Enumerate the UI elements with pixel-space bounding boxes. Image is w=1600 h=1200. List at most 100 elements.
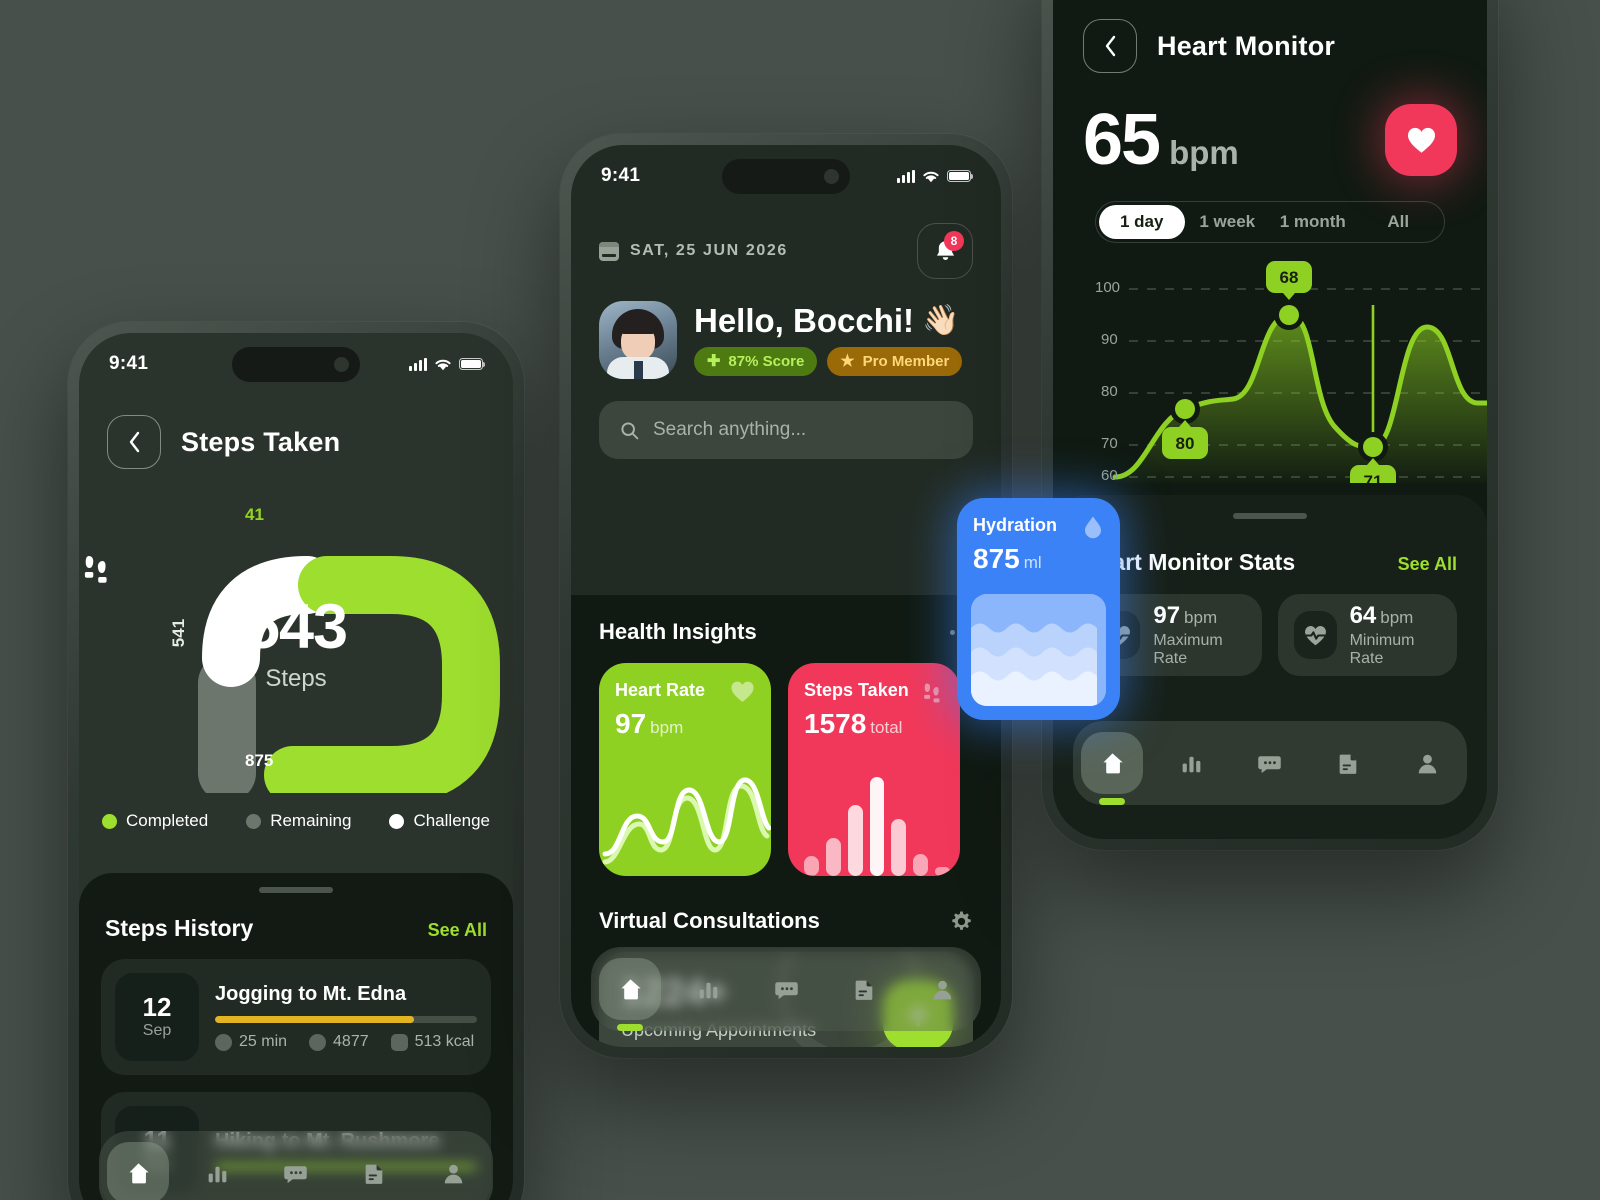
y-tick-100: 100: [1095, 279, 1121, 296]
bar: [891, 818, 907, 876]
person-icon: [444, 1164, 463, 1183]
nav-item-home[interactable]: [599, 958, 661, 1020]
heart-stats-see-all[interactable]: See All: [1398, 554, 1457, 575]
steps-bar-chart: [804, 766, 951, 876]
bar: [913, 854, 929, 876]
stat-unit: bpm: [1184, 608, 1218, 627]
heart-icon: [730, 680, 755, 703]
svg-text:71: 71: [1364, 472, 1383, 483]
bpm-value: 65: [1083, 100, 1161, 180]
calendar-icon: [599, 241, 619, 261]
nav-item-chat[interactable]: [265, 1142, 327, 1200]
ring-label-completed: 875: [245, 751, 274, 770]
nav-item-home[interactable]: [107, 1142, 170, 1200]
gear-icon[interactable]: [950, 910, 973, 933]
status-indicators: [897, 169, 974, 184]
tab-1-month[interactable]: 1 month: [1270, 205, 1356, 239]
score-chip[interactable]: ✚ 87% Score: [694, 347, 818, 377]
status-time: 9:41: [109, 353, 149, 374]
search-placeholder: Search anything...: [653, 419, 807, 440]
tooltip-68: 68: [1266, 261, 1312, 300]
back-button[interactable]: [1083, 19, 1137, 73]
steps-screen: 9:41 Steps Taken 543 Steps 41 541 875 Co…: [79, 333, 513, 1200]
footsteps-icon: [79, 551, 513, 585]
card-value: 97: [615, 708, 647, 739]
status-indicators: [409, 357, 486, 372]
battery-icon: [947, 170, 974, 182]
back-button[interactable]: [107, 415, 161, 469]
bpm-row: 65 bpm: [1083, 99, 1457, 181]
legend-dot-remaining: [246, 813, 262, 829]
search-input[interactable]: Search anything...: [599, 401, 973, 459]
nav-item-chat[interactable]: [755, 958, 817, 1020]
nav-item-stats[interactable]: [1160, 732, 1222, 794]
chat-icon: [774, 981, 798, 999]
status-time: 9:41: [601, 165, 641, 186]
bottom-navigation: [99, 1131, 493, 1200]
wifi-icon: [435, 359, 451, 370]
footsteps-icon: [309, 1033, 327, 1051]
battery-icon: [459, 358, 486, 370]
greeting-block: Hello, Bocchi! 👋🏻 ✚ 87% Score ★ Pro Memb…: [694, 303, 963, 377]
table-row[interactable]: 12 Sep Jogging to Mt. Edna 25 min 4877 5…: [101, 959, 491, 1075]
health-insights-header: Health Insights: [571, 619, 1001, 645]
nav-item-chat[interactable]: [1239, 732, 1301, 794]
card-value: 875: [973, 543, 1020, 574]
stat-card-body: 97 bpm Maximum Rate: [1153, 602, 1246, 668]
virtual-consultations-header: Virtual Consultations: [571, 908, 1001, 934]
svg-text:68: 68: [1280, 268, 1299, 287]
heart-button[interactable]: [1385, 104, 1457, 176]
chat-icon: [284, 1165, 308, 1183]
page-title: Heart Monitor: [1157, 30, 1336, 61]
front-camera-icon: [824, 169, 839, 184]
nav-item-documents[interactable]: [344, 1142, 406, 1200]
steps-history-see-all[interactable]: See All: [428, 920, 487, 941]
heart-rate-sparkline: [602, 777, 771, 865]
date-label: SAT, 25 JUN 2026: [630, 242, 788, 259]
nav-item-home[interactable]: [1081, 732, 1144, 794]
nav-item-profile[interactable]: [1397, 732, 1459, 794]
person-icon: [933, 980, 951, 999]
steps-unit-label: Steps: [265, 665, 327, 692]
device-notch: [722, 159, 850, 194]
clock-icon: [215, 1033, 232, 1051]
bottom-navigation: [591, 947, 981, 1031]
search-icon: [621, 421, 639, 439]
hydration-wave-graphic: [971, 594, 1106, 706]
history-progress-track: [215, 1016, 477, 1023]
nav-item-profile[interactable]: [911, 958, 973, 1020]
waving-hand-icon: 👋🏻: [922, 304, 960, 338]
device-notch: [232, 347, 360, 382]
tab-1-day[interactable]: 1 day: [1099, 205, 1185, 239]
cellular-signal-icon: [897, 169, 915, 183]
bar: [935, 867, 951, 876]
avatar[interactable]: [599, 301, 677, 379]
nav-item-documents[interactable]: [1318, 732, 1380, 794]
score-chip-label: 87% Score: [728, 353, 805, 371]
tab-1-week[interactable]: 1 week: [1185, 205, 1271, 239]
phone-steps-taken: 9:41 Steps Taken 543 Steps 41 541 875 Co…: [68, 322, 524, 1200]
history-activity-name: Jogging to Mt. Edna: [215, 983, 407, 1005]
nav-item-stats[interactable]: [677, 958, 739, 1020]
y-tick-60: 60: [1101, 467, 1118, 484]
time-range-tabs: 1 day 1 week 1 month All: [1095, 201, 1445, 243]
history-duration: 25 min: [215, 1033, 287, 1051]
stat-card-body: 64 bpm Minimum Rate: [1350, 602, 1441, 668]
insight-card-heart-rate[interactable]: Heart Rate 97 bpm: [599, 663, 771, 876]
notifications-button[interactable]: 8: [917, 223, 973, 279]
ring-label-remaining: 541: [169, 618, 189, 648]
nav-item-stats[interactable]: [186, 1142, 248, 1200]
pro-member-chip[interactable]: ★ Pro Member: [827, 347, 963, 377]
stat-card-minimum-rate[interactable]: 64 bpm Minimum Rate: [1278, 594, 1457, 676]
user-chips: ✚ 87% Score ★ Pro Member: [694, 347, 963, 377]
insight-cards: Heart Rate 97 bpm Steps Taken 1578 total: [571, 663, 1001, 876]
nav-item-documents[interactable]: [833, 958, 895, 1020]
nav-item-profile[interactable]: [423, 1142, 485, 1200]
person-icon: [1418, 754, 1437, 773]
insight-card-steps-taken[interactable]: Steps Taken 1578 total: [788, 663, 960, 876]
heart-icon: [1407, 127, 1435, 153]
insight-card-hydration[interactable]: Hydration 875 ml: [957, 498, 1120, 720]
bar: [869, 777, 885, 876]
tab-all[interactable]: All: [1356, 205, 1442, 239]
legend-item-completed: Completed: [101, 811, 208, 831]
